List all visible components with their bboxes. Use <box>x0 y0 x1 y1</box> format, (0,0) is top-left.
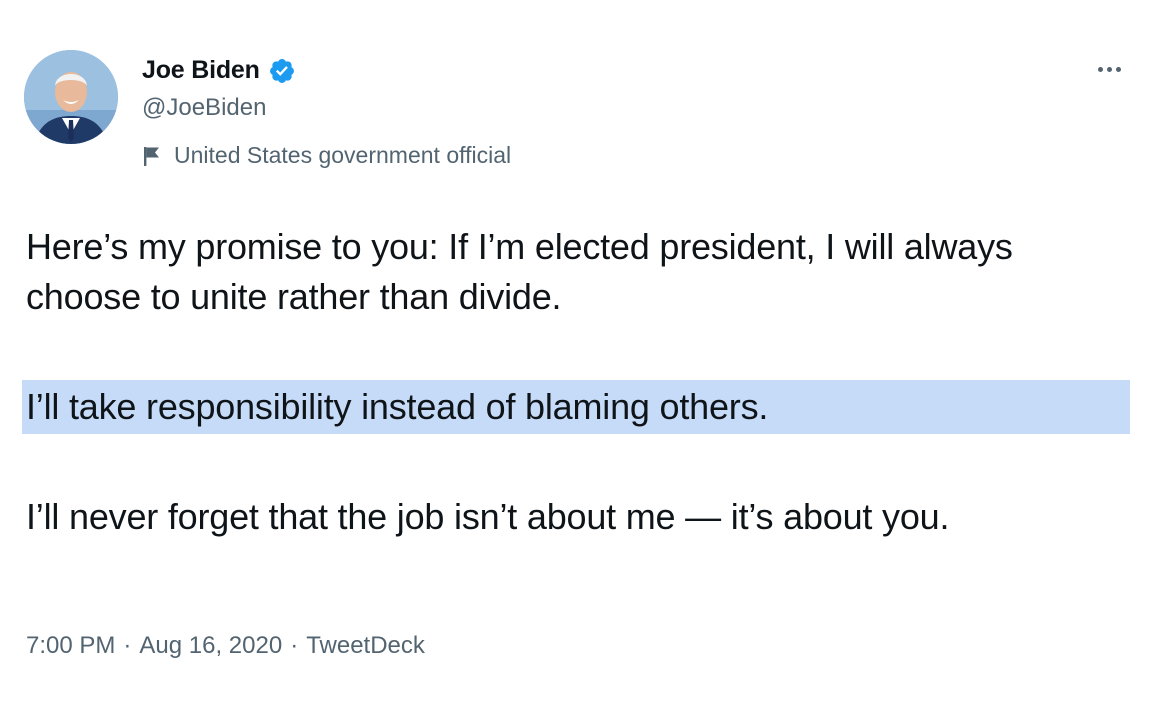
flag-icon <box>144 146 159 166</box>
more-dot-icon <box>1115 66 1121 72</box>
display-name[interactable]: Joe Biden <box>142 56 260 85</box>
avatar-image <box>24 50 118 144</box>
more-dot-icon <box>1106 66 1112 72</box>
avatar[interactable] <box>24 50 118 144</box>
meta-separator: · <box>290 632 299 659</box>
more-dot-icon <box>1097 66 1103 72</box>
tweet-paragraph-3: I’ll never forget that the job isn’t abo… <box>26 496 950 537</box>
affiliation-text: United States government official <box>174 142 512 168</box>
tweet-time[interactable]: 7:00 PM <box>26 632 115 660</box>
meta-separator: · <box>123 632 132 659</box>
tweet-metadata: 7:00 PM · Aug 16, 2020 · TweetDeck <box>26 632 425 660</box>
handle[interactable]: @JoeBiden <box>142 94 266 122</box>
more-options-button[interactable] <box>1089 58 1129 80</box>
tweet-paragraph-1: Here’s my promise to you: If I’m elected… <box>26 226 1013 317</box>
tweet-card: Joe Biden @JoeBiden United States govern… <box>0 0 1163 702</box>
verified-badge-icon <box>269 58 294 83</box>
tweet-date[interactable]: Aug 16, 2020 <box>139 632 282 660</box>
author-name-row: Joe Biden <box>142 56 296 85</box>
tweet-source: TweetDeck <box>306 632 425 659</box>
tweet-paragraph-2-highlighted: I’ll take responsibility instead of blam… <box>22 380 1130 434</box>
affiliation-label: United States government official <box>142 142 511 169</box>
